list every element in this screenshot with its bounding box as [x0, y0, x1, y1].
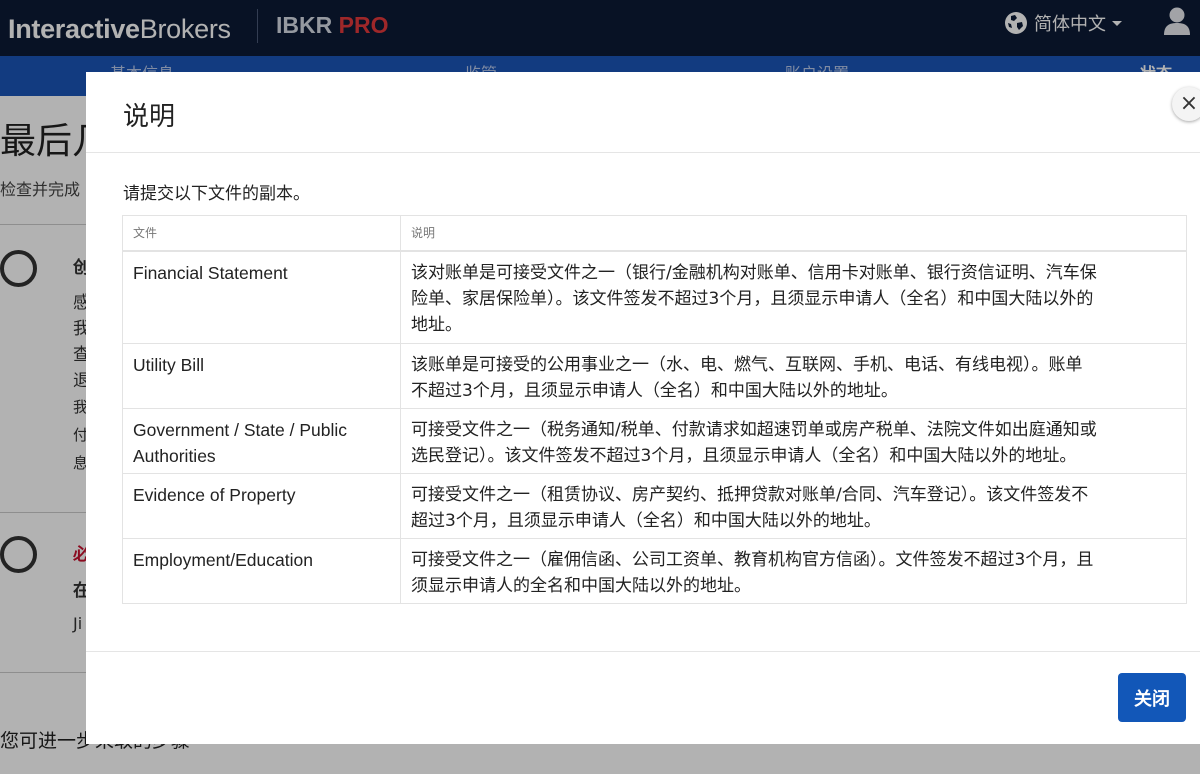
table-row: Utility Bill 该账单是可接受的公用事业之一（水、电、燃气、互联网、手…	[122, 343, 1187, 409]
modal-header: 说明	[86, 72, 1200, 153]
document-description: 该账单是可接受的公用事业之一（水、电、燃气、互联网、手机、电话、有线电视）。账单…	[400, 343, 1187, 409]
close-icon[interactable]: ×	[1172, 87, 1200, 121]
document-description: 可接受文件之一（租赁协议、房产契约、抵押贷款对账单/合同、汽车登记）。该文件签发…	[400, 473, 1187, 539]
documents-table: 文件 说明 Financial Statement 该对账单是可接受文件之一（银…	[122, 215, 1187, 604]
modal-title: 说明	[123, 102, 176, 132]
description-line: 该账单是可接受的公用事业之一（水、电、燃气、互联网、手机、电话、有线电视）。账单	[411, 355, 1083, 375]
close-button[interactable]: 关闭	[1118, 673, 1186, 722]
table-header-row: 文件 说明	[122, 215, 1187, 252]
description-line: 地址。	[411, 314, 462, 335]
document-description: 可接受文件之一（税务通知/税单、付款请求如超速罚单或房产税单、法院文件如出庭通知…	[400, 408, 1187, 474]
document-description: 该对账单是可接受文件之一（银行/金融机构对账单、信用卡对账单、银行资信证明、汽车…	[400, 250, 1187, 344]
instructions-modal: 说明 × 请提交以下文件的副本。 文件 说明 Financial Stateme…	[86, 72, 1200, 744]
table-row: Government / State / Public Authorities …	[122, 408, 1187, 474]
description-line: 该对账单是可接受文件之一（银行/金融机构对账单、信用卡对账单、银行资信证明、汽车…	[411, 262, 1097, 283]
document-name: Employment/Education	[122, 538, 401, 604]
document-name: Evidence of Property	[122, 473, 401, 539]
document-name: Government / State / Public Authorities	[122, 408, 401, 474]
description-line: 可接受文件之一（税务通知/税单、付款请求如超速罚单或房产税单、法院文件如出庭通知…	[411, 420, 1097, 440]
document-description: 可接受文件之一（雇佣信函、公司工资单、教育机构官方信函）。文件签发不超过3个月，…	[400, 538, 1187, 604]
column-header-document: 文件	[122, 215, 401, 252]
document-name: Utility Bill	[122, 343, 401, 409]
description-line: 不超过3个月，且须显示申请人（全名）和中国大陆以外的地址。	[411, 381, 898, 401]
table-row: Evidence of Property 可接受文件之一（租赁协议、房产契约、抵…	[122, 473, 1187, 539]
table-row: Financial Statement 该对账单是可接受文件之一（银行/金融机构…	[122, 250, 1187, 344]
description-line: 选民登记）。该文件签发不超过3个月，且须显示申请人（全名）和中国大陆以外的地址。	[411, 446, 1077, 466]
description-line: 可接受文件之一（租赁协议、房产契约、抵押贷款对账单/合同、汽车登记）。该文件签发…	[411, 485, 1089, 505]
description-line: 超过3个月，且须显示申请人（全名）和中国大陆以外的地址。	[411, 511, 881, 531]
modal-footer-divider	[86, 651, 1200, 652]
modal-intro-text: 请提交以下文件的副本。	[123, 184, 310, 204]
document-name: Financial Statement	[122, 250, 401, 344]
column-header-description: 说明	[400, 215, 1187, 252]
description-line: 可接受文件之一（雇佣信函、公司工资单、教育机构官方信函）。文件签发不超过3个月，…	[411, 550, 1094, 570]
description-line: 须显示申请人的全名和中国大陆以外的地址。	[411, 576, 751, 596]
table-row: Employment/Education 可接受文件之一（雇佣信函、公司工资单、…	[122, 538, 1187, 604]
description-line: 险单、家居保险单）。该文件签发不超过3个月，且须显示申请人（全名）和中国大陆以外…	[411, 288, 1094, 309]
